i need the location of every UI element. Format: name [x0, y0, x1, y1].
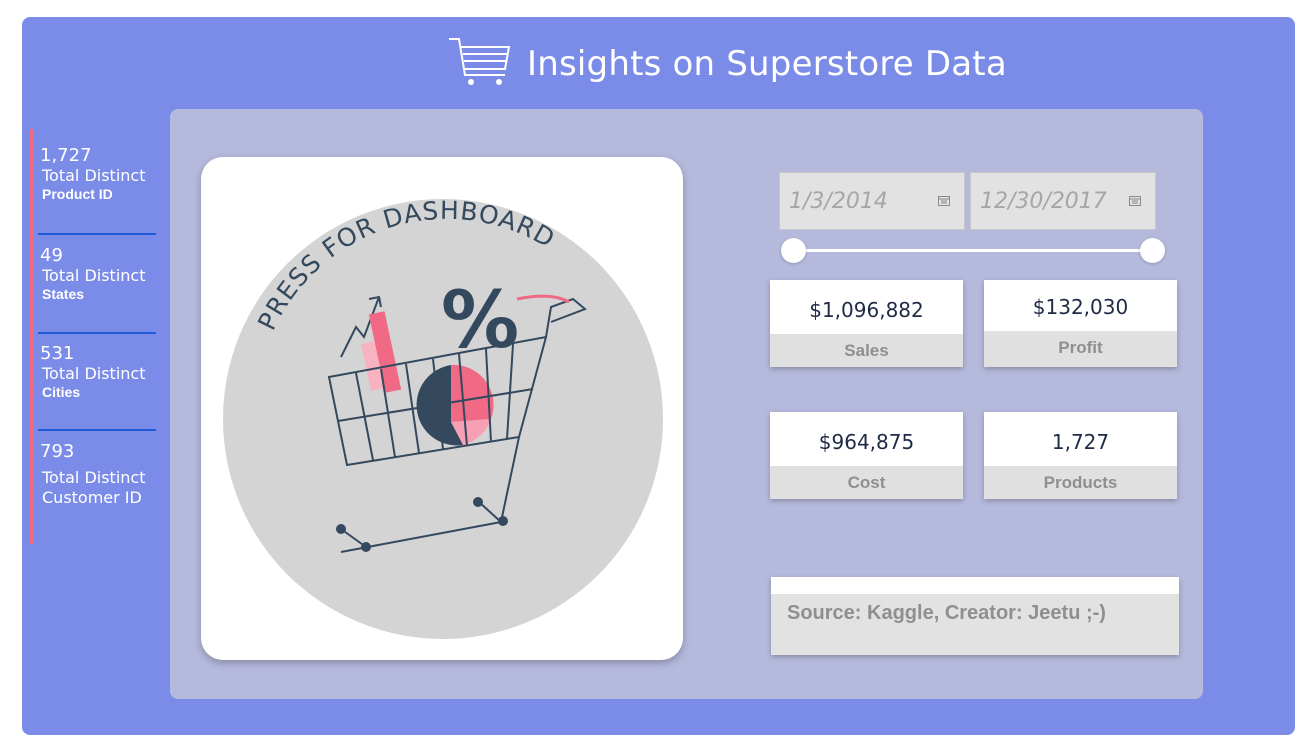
- date-slider-start-handle[interactable]: [781, 238, 806, 263]
- stat-sublabel: Product ID: [42, 186, 113, 202]
- source-credit-box: Source: Kaggle, Creator: Jeetu ;-): [771, 577, 1179, 655]
- stat-label: Total Distinct: [42, 468, 146, 487]
- stat-sublabel: Cities: [42, 384, 81, 400]
- stat-states: 49 Total Distinct States: [34, 245, 158, 302]
- stat-divider: [38, 332, 156, 334]
- date-slider-end-handle[interactable]: [1140, 238, 1165, 263]
- stat-sublabel: States: [42, 286, 85, 302]
- kpi-value: $132,030: [1032, 295, 1129, 319]
- main-panel: PRESS FOR DASHBOARD % 1/3/2014 12/30/201…: [170, 109, 1203, 699]
- kpi-label: Cost: [770, 466, 963, 499]
- stats-sidebar: 1,727 Total Distinct Product ID 49 Total…: [30, 129, 162, 544]
- kpi-label: Sales: [770, 334, 963, 367]
- stat-product-id: 1,727 Total Distinct Product ID: [34, 145, 158, 202]
- kpi-card-products: 1,727 Products: [984, 412, 1177, 499]
- dashboard-nav-button[interactable]: PRESS FOR DASHBOARD %: [201, 157, 683, 660]
- stat-cities: 531 Total Distinct Cities: [34, 343, 158, 400]
- stat-value: 49: [40, 245, 63, 266]
- end-date-field[interactable]: 12/30/2017: [970, 172, 1156, 230]
- kpi-card-sales: $1,096,882 Sales: [770, 280, 963, 367]
- date-slider-track[interactable]: [792, 249, 1154, 252]
- calendar-icon[interactable]: [938, 196, 950, 206]
- source-credit-text: Source: Kaggle, Creator: Jeetu ;-): [787, 602, 1106, 624]
- kpi-label: Profit: [984, 331, 1177, 367]
- end-date-value: 12/30/2017: [980, 188, 1107, 214]
- stat-divider: [38, 233, 156, 235]
- stat-value: 1,727: [40, 145, 92, 166]
- kpi-label: Products: [984, 466, 1177, 499]
- stat-label: Total Distinct: [42, 364, 146, 383]
- stat-label: Total Distinct: [42, 266, 146, 285]
- kpi-value: $1,096,882: [809, 298, 924, 322]
- kpi-card-cost: $964,875 Cost: [770, 412, 963, 499]
- kpi-card-profit: $132,030 Profit: [984, 280, 1177, 367]
- kpi-value: $964,875: [818, 430, 915, 454]
- stat-customer-id: 793 Total Distinct Customer ID: [34, 441, 158, 508]
- stat-divider: [38, 429, 156, 431]
- shopping-cart-chart-icon: PRESS FOR DASHBOARD %: [223, 196, 663, 639]
- report-canvas: Insights on Superstore Data 1,727 Total …: [22, 17, 1295, 735]
- start-date-value: 1/3/2014: [789, 188, 888, 214]
- kpi-value: 1,727: [1051, 430, 1110, 454]
- stat-sublabel: Customer ID: [42, 488, 142, 507]
- stat-label: Total Distinct: [42, 166, 146, 185]
- svg-text:%: %: [441, 276, 519, 366]
- page-header: Insights on Superstore Data: [447, 35, 1007, 92]
- stat-value: 793: [40, 441, 75, 462]
- shopping-cart-icon: [447, 35, 513, 92]
- start-date-field[interactable]: 1/3/2014: [779, 172, 965, 230]
- page-title: Insights on Superstore Data: [527, 43, 1007, 84]
- calendar-icon[interactable]: [1129, 196, 1141, 206]
- stat-value: 531: [40, 343, 75, 364]
